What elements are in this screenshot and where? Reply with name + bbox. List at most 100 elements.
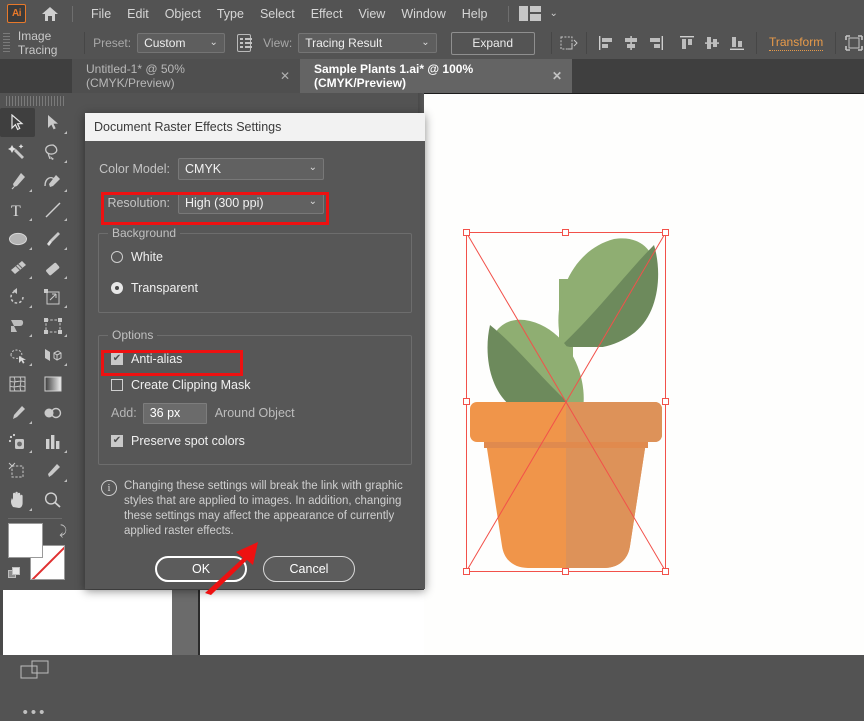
- curvature-tool[interactable]: [35, 166, 70, 195]
- preserve-spot-colors-checkbox[interactable]: ✔: [111, 435, 123, 447]
- align-right-icon[interactable]: [645, 32, 667, 54]
- white-label: White: [131, 249, 163, 264]
- slice-tool[interactable]: [35, 456, 70, 485]
- lasso-tool[interactable]: [35, 137, 70, 166]
- view-label: View:: [263, 36, 293, 50]
- more-tools-button[interactable]: •••: [0, 704, 70, 721]
- anti-alias-checkbox[interactable]: ✔: [111, 353, 123, 365]
- shaper-tool[interactable]: [0, 253, 35, 282]
- background-option-transparent[interactable]: Transparent: [111, 275, 399, 300]
- create-clipping-mask-checkbox[interactable]: [111, 379, 123, 391]
- view-select[interactable]: Tracing Result ⌄: [298, 33, 437, 53]
- isolate-selection-icon[interactable]: [844, 32, 864, 54]
- workspace-chevron-down-icon[interactable]: ⌄: [550, 8, 558, 19]
- preserve-spot-colors-row[interactable]: ✔ Preserve spot colors: [111, 428, 399, 454]
- white-radio[interactable]: [111, 250, 123, 263]
- resolution-chevron-down-icon: ⌄: [308, 196, 317, 207]
- selection-tool[interactable]: [0, 108, 35, 137]
- artboard-icon[interactable]: [559, 32, 579, 54]
- scale-tool[interactable]: [35, 282, 70, 311]
- eyedropper-tool[interactable]: [0, 398, 35, 427]
- add-input[interactable]: 36 px: [142, 402, 207, 424]
- column-graph-tool[interactable]: [35, 427, 70, 456]
- document-tab-untitled[interactable]: Untitled-1* @ 50% (CMYK/Preview) ✕: [72, 59, 300, 93]
- direct-selection-tool[interactable]: [35, 108, 70, 137]
- align-left-icon[interactable]: [595, 32, 617, 54]
- workspace-icon[interactable]: [518, 6, 541, 21]
- document-tab-sample-plants[interactable]: Sample Plants 1.ai* @ 100% (CMYK/Preview…: [300, 59, 572, 93]
- pen-tool[interactable]: [0, 166, 35, 195]
- menu-file[interactable]: File: [83, 4, 119, 24]
- menu-help[interactable]: Help: [454, 4, 496, 24]
- selection-handle-tl[interactable]: [463, 229, 470, 236]
- preset-value: Custom: [144, 36, 186, 50]
- align-bottom-icon[interactable]: [726, 32, 748, 54]
- tools-panel: T ⤸ •••: [0, 93, 71, 721]
- expand-button[interactable]: Expand: [450, 31, 535, 55]
- resolution-label: Resolution:: [107, 196, 170, 210]
- transform-link[interactable]: Transform: [768, 35, 824, 51]
- resolution-select[interactable]: High (300 ppi) ⌄: [178, 192, 324, 214]
- align-horizontal-center-icon[interactable]: [620, 32, 642, 54]
- symbol-sprayer-tool[interactable]: [0, 427, 35, 456]
- clipping-mask-row[interactable]: Create Clipping Mask: [111, 372, 399, 398]
- menu-effect[interactable]: Effect: [303, 4, 351, 24]
- control-bar: Image Tracing Preset: Custom ⌄ View: Tra…: [0, 27, 864, 60]
- align-vertical-center-icon[interactable]: [701, 32, 723, 54]
- cancel-button[interactable]: Cancel: [263, 556, 355, 582]
- perspective-grid-tool[interactable]: [35, 340, 70, 369]
- tab-close-icon[interactable]: ✕: [280, 69, 290, 83]
- gradient-tool[interactable]: [35, 369, 70, 398]
- menu-view[interactable]: View: [350, 4, 393, 24]
- menu-window[interactable]: Window: [393, 4, 453, 24]
- paintbrush-tool[interactable]: [35, 224, 70, 253]
- anti-alias-row[interactable]: ✔ Anti-alias: [111, 346, 399, 372]
- shape-builder-tool[interactable]: [0, 340, 35, 369]
- dialog-note: i Changing these settings will break the…: [98, 479, 412, 539]
- dialog-title: Document Raster Effects Settings: [85, 113, 425, 141]
- background-option-white[interactable]: White: [111, 244, 399, 269]
- blend-tool[interactable]: [35, 398, 70, 427]
- mesh-tool[interactable]: [0, 369, 35, 398]
- tab-close-icon[interactable]: ✕: [552, 69, 562, 83]
- width-tool[interactable]: [0, 311, 35, 340]
- line-segment-tool[interactable]: [35, 195, 70, 224]
- menu-edit[interactable]: Edit: [119, 4, 157, 24]
- default-fill-stroke-icon[interactable]: [8, 567, 21, 580]
- hand-tool[interactable]: [0, 485, 35, 514]
- selection-handle-bl[interactable]: [463, 568, 470, 575]
- preset-label: Preset:: [93, 36, 132, 50]
- menu-select[interactable]: Select: [252, 4, 303, 24]
- preset-select[interactable]: Custom ⌄: [137, 33, 225, 53]
- eraser-tool[interactable]: [35, 253, 70, 282]
- type-tool[interactable]: T: [0, 195, 35, 224]
- ellipse-tool[interactable]: [0, 224, 35, 253]
- selection-handle-tr[interactable]: [662, 229, 669, 236]
- screen-mode-icon[interactable]: [0, 658, 70, 682]
- menu-type[interactable]: Type: [209, 4, 252, 24]
- color-model-select[interactable]: CMYK ⌄: [178, 158, 324, 180]
- selection-handle-mr[interactable]: [662, 398, 669, 405]
- rotate-tool[interactable]: [0, 282, 35, 311]
- magic-wand-tool[interactable]: [0, 137, 35, 166]
- artboard-tool[interactable]: [0, 456, 35, 485]
- selection-bounding-box[interactable]: [466, 232, 666, 572]
- align-top-icon[interactable]: [676, 32, 698, 54]
- menu-object[interactable]: Object: [157, 4, 209, 24]
- document-raster-effects-dialog[interactable]: Document Raster Effects Settings Color M…: [85, 113, 425, 589]
- ok-button[interactable]: OK: [155, 556, 247, 582]
- home-icon[interactable]: [40, 6, 60, 22]
- control-divider-4: [756, 32, 757, 54]
- fill-swatch[interactable]: [8, 523, 43, 558]
- transparent-radio[interactable]: [111, 281, 123, 294]
- swap-fill-stroke-icon[interactable]: ⤸: [59, 523, 67, 539]
- selection-handle-bc[interactable]: [562, 568, 569, 575]
- tracing-panel-icon[interactable]: [236, 34, 252, 52]
- free-transform-tool[interactable]: [35, 311, 70, 340]
- zoom-tool[interactable]: [35, 485, 70, 514]
- tools-panel-grip[interactable]: [6, 96, 64, 106]
- control-bar-grip[interactable]: [3, 33, 10, 53]
- selection-handle-ml[interactable]: [463, 398, 470, 405]
- selection-handle-br[interactable]: [662, 568, 669, 575]
- selection-handle-tc[interactable]: [562, 229, 569, 236]
